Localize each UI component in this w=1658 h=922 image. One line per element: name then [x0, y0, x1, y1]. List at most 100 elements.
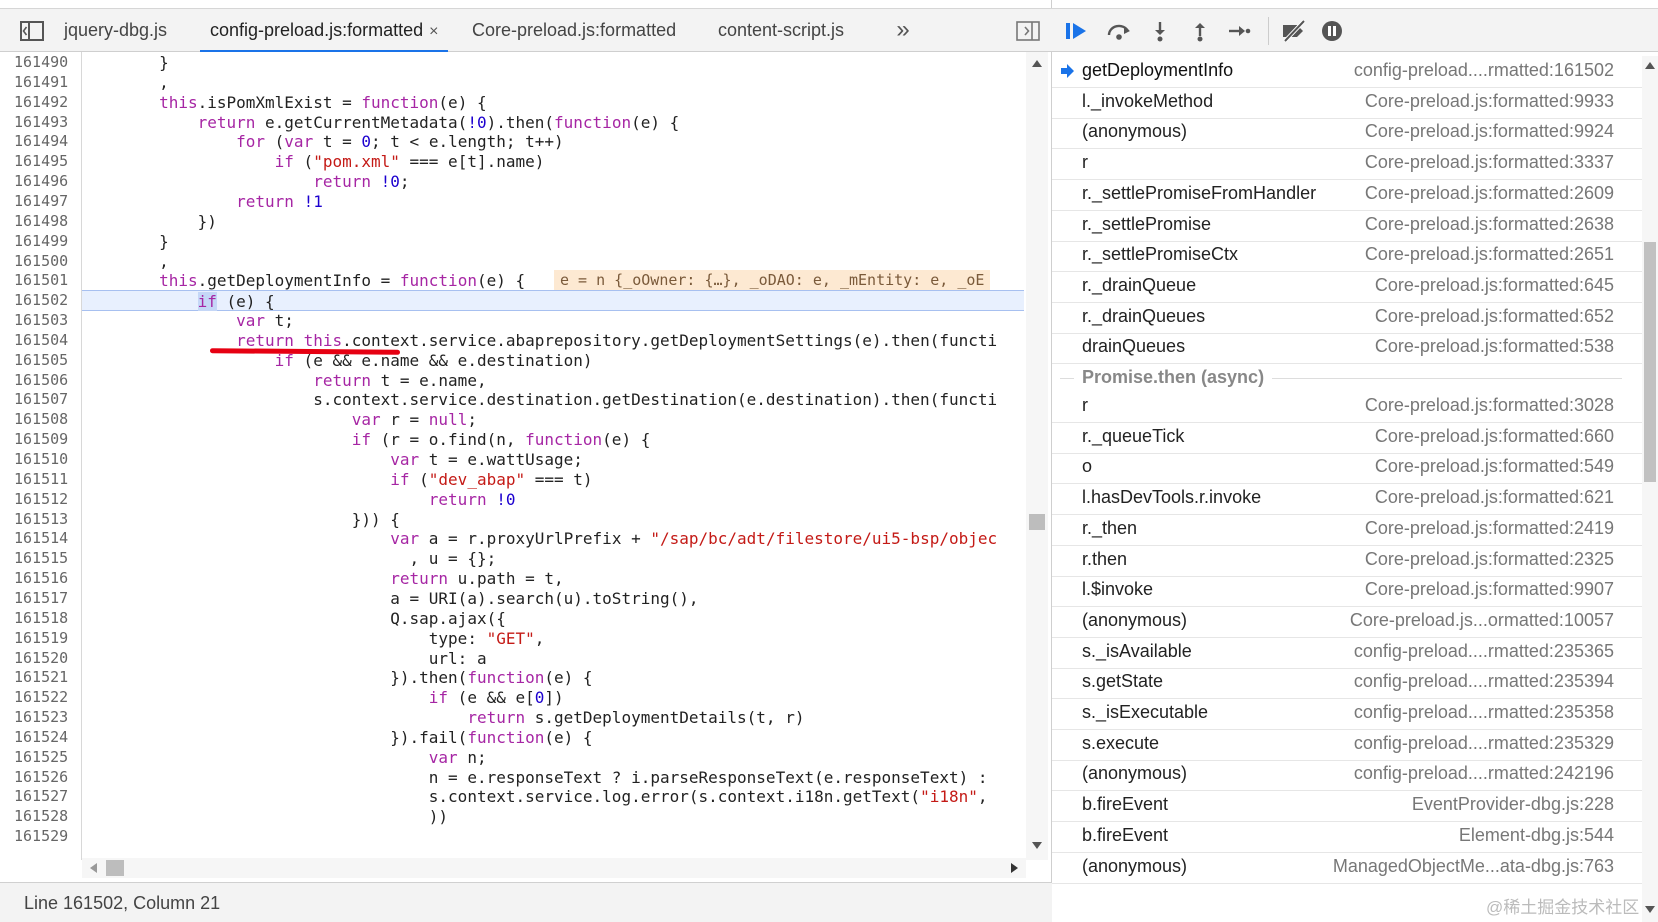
line-number[interactable]: 161521	[14, 667, 68, 688]
code-lines[interactable]: } , this.isPomXmlExist = function(e) { r…	[82, 52, 1024, 860]
tab-content-script[interactable]: content-script.js	[718, 9, 844, 52]
code-line[interactable]: a = URI(a).search(u).toString(),	[82, 588, 1024, 609]
step-over-icon[interactable]	[1104, 18, 1134, 44]
step-into-icon[interactable]	[1145, 18, 1175, 44]
line-number[interactable]: 161500	[14, 251, 68, 272]
frame-location-link[interactable]: Core-preload.js:formatted:9924	[1365, 121, 1614, 142]
scroll-down-icon[interactable]	[1032, 842, 1042, 849]
line-number[interactable]: 161494	[14, 131, 68, 152]
code-line[interactable]: return t = e.name,	[82, 370, 1024, 391]
deactivate-breakpoints-icon[interactable]	[1279, 18, 1309, 44]
line-number[interactable]: 161514	[14, 528, 68, 549]
line-number[interactable]: 161505	[14, 350, 68, 371]
line-number[interactable]: 161498	[14, 211, 68, 232]
current-execution-line[interactable]: if (e) {	[82, 290, 1024, 312]
scroll-down-icon[interactable]	[1645, 906, 1655, 913]
line-number[interactable]: 161491	[14, 72, 68, 93]
close-icon[interactable]: ×	[429, 23, 438, 40]
frame-location-link[interactable]: Core-preload.js:formatted:2651	[1365, 244, 1614, 265]
call-frame[interactable]: (anonymous) ManagedObjectMe...ata-dbg.js:…	[1052, 852, 1642, 884]
call-frame[interactable]: s._isExecutable config-preload....rmatted…	[1052, 698, 1642, 730]
code-line[interactable]: s.context.service.log.error(s.context.i1…	[82, 786, 1024, 807]
code-line[interactable]: ,	[82, 251, 1024, 272]
tab-jquery-dbg[interactable]: jquery-dbg.js	[64, 9, 167, 52]
frame-location-link[interactable]: Core-preload.js...ormatted:10057	[1350, 610, 1614, 631]
editor-vertical-scrollbar[interactable]	[1026, 52, 1048, 860]
code-line[interactable]: ,	[82, 72, 1024, 93]
resume-icon[interactable]	[1062, 18, 1092, 44]
line-number[interactable]: 161517	[14, 588, 68, 609]
line-number[interactable]: 161519	[14, 628, 68, 649]
frame-location-link[interactable]: ManagedObjectMe...ata-dbg.js:763	[1333, 856, 1614, 877]
frame-location-link[interactable]: EventProvider-dbg.js:228	[1412, 794, 1614, 815]
scroll-thumb[interactable]	[1644, 242, 1656, 482]
code-line[interactable]: return e.getCurrentMetadata(!0).then(fun…	[82, 112, 1024, 133]
frame-location-link[interactable]: Core-preload.js:formatted:549	[1375, 456, 1614, 477]
code-line[interactable]: url: a	[82, 648, 1024, 669]
code-line[interactable]: if ("dev_abap" === t)	[82, 469, 1024, 490]
call-frame[interactable]: s.execute config-preload....rmatted:23532…	[1052, 729, 1642, 761]
line-number[interactable]: 161502	[14, 290, 68, 311]
code-line[interactable]: var t;	[82, 310, 1024, 331]
navigator-toggle-icon[interactable]	[12, 18, 52, 44]
line-number[interactable]: 161509	[14, 429, 68, 450]
call-frame[interactable]: (anonymous) Core-preload.js...ormatted:10…	[1052, 606, 1642, 638]
code-line[interactable]: })) {	[82, 509, 1024, 530]
call-frame[interactable]: b.fireEvent Element-dbg.js:544	[1052, 821, 1642, 853]
scroll-up-icon[interactable]	[1645, 62, 1655, 69]
call-frame[interactable]: r._queueTick Core-preload.js:formatted:66…	[1052, 422, 1642, 454]
frame-location-link[interactable]: config-preload....rmatted:235394	[1354, 671, 1614, 692]
code-line[interactable]: type: "GET",	[82, 628, 1024, 649]
tab-config-preload[interactable]: config-preload.js:formatted ×	[200, 9, 449, 52]
frame-location-link[interactable]: Core-preload.js:formatted:2419	[1365, 518, 1614, 539]
call-frame[interactable]: r Core-preload.js:formatted:3337	[1052, 148, 1642, 181]
frame-location-link[interactable]: Core-preload.js:formatted:2638	[1365, 214, 1614, 235]
line-number[interactable]: 161507	[14, 389, 68, 410]
call-frame[interactable]: r._drainQueue Core-preload.js:formatted:6…	[1052, 271, 1642, 303]
more-tabs-icon[interactable]: »	[888, 15, 918, 45]
frame-location-link[interactable]: Core-preload.js:formatted:9933	[1365, 91, 1614, 112]
frame-location-link[interactable]: Core-preload.js:formatted:652	[1375, 306, 1614, 327]
frame-location-link[interactable]: Core-preload.js:formatted:2609	[1365, 183, 1614, 204]
call-frame[interactable]: r._drainQueues Core-preload.js:formatted:…	[1052, 302, 1642, 334]
debugger-toggle-icon[interactable]	[1013, 18, 1043, 44]
line-number[interactable]: 161495	[14, 151, 68, 172]
frame-location-link[interactable]: config-preload....rmatted:235329	[1354, 733, 1614, 754]
line-number[interactable]: 161522	[14, 687, 68, 708]
code-line[interactable]	[82, 826, 1024, 847]
call-frame[interactable]: drainQueues Core-preload.js:formatted:538	[1052, 332, 1642, 365]
scroll-thumb[interactable]	[1029, 514, 1045, 530]
line-number[interactable]: 161527	[14, 786, 68, 807]
code-line[interactable]: s.context.service.destination.getDestina…	[82, 389, 1024, 410]
code-line[interactable]: this.isPomXmlExist = function(e) {	[82, 92, 1024, 113]
call-frame[interactable]: (anonymous) config-preload....rmatted:242…	[1052, 759, 1642, 792]
line-number[interactable]: 161503	[14, 310, 68, 331]
line-number[interactable]: 161497	[14, 191, 68, 212]
frame-location-link[interactable]: Core-preload.js:formatted:660	[1375, 426, 1614, 447]
scroll-up-icon[interactable]	[1032, 60, 1042, 67]
frame-location-link[interactable]: config-preload....rmatted:242196	[1354, 763, 1614, 784]
frame-location-link[interactable]: config-preload....rmatted:235358	[1354, 702, 1614, 723]
line-number[interactable]: 161529	[14, 826, 68, 847]
code-line[interactable]: return !0;	[82, 171, 1024, 192]
frame-location-link[interactable]: Core-preload.js:formatted:645	[1375, 275, 1614, 296]
code-line[interactable]: })	[82, 211, 1024, 232]
code-area[interactable]: 161490 161491 161492 161493 161494 161495 1614…	[0, 52, 1052, 860]
frame-location-link[interactable]: Core-preload.js:formatted:3028	[1365, 395, 1614, 416]
line-number[interactable]: 161511	[14, 469, 68, 490]
frame-location-link[interactable]: Core-preload.js:formatted:621	[1375, 487, 1614, 508]
call-frame[interactable]: l.hasDevTools.r.invoke Core-preload.js:fo…	[1052, 483, 1642, 516]
line-number[interactable]: 161516	[14, 568, 68, 589]
frame-location-link[interactable]: Core-preload.js:formatted:2325	[1365, 549, 1614, 570]
line-number[interactable]: 161492	[14, 92, 68, 113]
call-frame[interactable]: r.then Core-preload.js:formatted:2325	[1052, 545, 1642, 577]
line-number[interactable]: 161508	[14, 409, 68, 430]
code-line[interactable]: var n;	[82, 747, 1024, 768]
tab-core-preload[interactable]: Core-preload.js:formatted	[472, 9, 676, 52]
frame-location-link[interactable]: Core-preload.js:formatted:538	[1375, 336, 1614, 357]
call-frame[interactable]: r._then Core-preload.js:formatted:2419	[1052, 514, 1642, 546]
frame-location-link[interactable]: config-preload....rmatted:235365	[1354, 641, 1614, 662]
call-frame[interactable]: s._isAvailable config-preload....rmatted:…	[1052, 637, 1642, 669]
line-number[interactable]: 161506	[14, 370, 68, 391]
line-number[interactable]: 161524	[14, 727, 68, 748]
